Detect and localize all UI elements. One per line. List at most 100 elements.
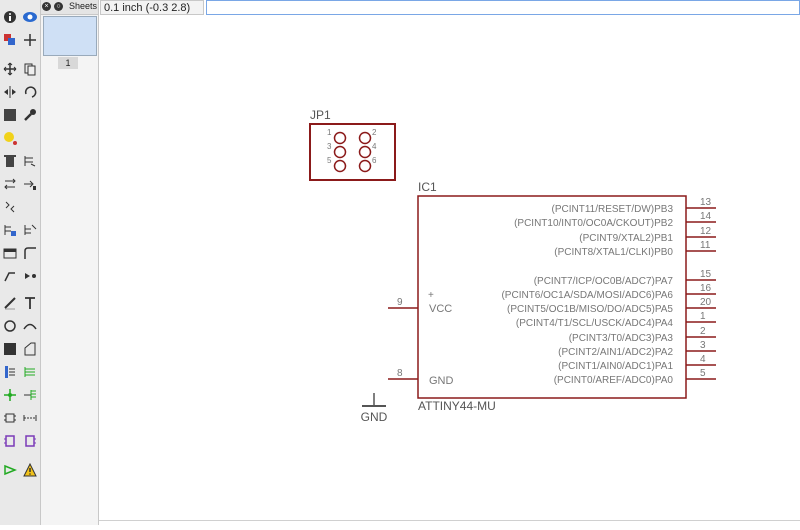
connector-pin bbox=[358, 159, 372, 173]
module-icon[interactable] bbox=[21, 432, 39, 450]
show-eye-icon[interactable] bbox=[21, 8, 39, 26]
net-icon[interactable] bbox=[21, 363, 39, 381]
pin-number: 4 bbox=[700, 354, 706, 365]
delete-trash-icon[interactable] bbox=[1, 152, 19, 170]
split-icon[interactable] bbox=[1, 267, 19, 285]
schematic-drawing: JP1 1 2 3 4 5 6 IC1 ATTINY44-MU 13(PCINT… bbox=[309, 108, 716, 424]
change-wrench-icon[interactable] bbox=[21, 106, 39, 124]
command-line-input[interactable] bbox=[206, 0, 800, 15]
connector-pin-number: 2 bbox=[372, 128, 377, 137]
display-layers-icon[interactable] bbox=[1, 31, 19, 49]
pin-label: (PCINT11/RESET/DW)PB3 bbox=[552, 204, 674, 215]
copy-icon[interactable] bbox=[21, 60, 39, 78]
rotate-icon[interactable] bbox=[21, 83, 39, 101]
gateswap-icon[interactable] bbox=[1, 198, 19, 216]
sheet-page-number[interactable]: 1 bbox=[58, 57, 78, 69]
pin-label: (PCINT5/OC1B/MISO/DO/ADC5)PA5 bbox=[507, 304, 673, 315]
connector-pin bbox=[358, 145, 372, 159]
sheets-header: × ○ Sheets bbox=[41, 0, 98, 15]
errors-warning-icon[interactable] bbox=[21, 461, 39, 479]
pin-label: (PCINT3/T0/ADC3)PA3 bbox=[569, 333, 674, 344]
pin-number: 1 bbox=[700, 311, 706, 322]
pin-label: (PCINT7/ICP/OC0B/ADC7)PA7 bbox=[534, 276, 674, 287]
pin-number: 2 bbox=[700, 326, 706, 337]
schematic-canvas[interactable]: JP1 1 2 3 4 5 6 IC1 ATTINY44-MU 13 (PCINT… bbox=[99, 16, 800, 525]
connector-pin bbox=[358, 131, 372, 145]
pin-number: 13 bbox=[700, 197, 712, 208]
arc-icon[interactable] bbox=[21, 317, 39, 335]
pin-label: (PCINT10/INT0/OC0A/CKOUT)PB2 bbox=[514, 218, 673, 229]
connector-pin-number: 4 bbox=[372, 142, 377, 151]
pin-number: 3 bbox=[700, 340, 706, 351]
connector-pin-number: 6 bbox=[372, 156, 377, 165]
tool-palette bbox=[0, 0, 41, 525]
sheets-panel: × ○ Sheets 1 bbox=[41, 0, 99, 525]
smash-icon[interactable] bbox=[1, 244, 19, 262]
connector-pin bbox=[333, 131, 347, 145]
coordinate-display: 0.1 inch (-0.3 2.8) bbox=[100, 0, 204, 15]
connector-pin-number: 5 bbox=[327, 156, 332, 165]
pin-number: 15 bbox=[700, 269, 712, 280]
sheets-title: Sheets bbox=[69, 1, 98, 11]
frame-icon[interactable] bbox=[1, 432, 19, 450]
pin-number: 14 bbox=[700, 211, 712, 222]
pin-label: (PCINT6/OC1A/SDA/MOSI/ADC6)PA6 bbox=[501, 290, 673, 301]
sheet-thumbnail[interactable] bbox=[43, 16, 97, 56]
mirror-icon[interactable] bbox=[1, 83, 19, 101]
connector-pin-number: 3 bbox=[327, 142, 332, 151]
pin-number: 16 bbox=[700, 283, 712, 294]
rectangle-icon[interactable] bbox=[1, 340, 19, 358]
pin-label: VCC bbox=[429, 303, 452, 315]
pin-label: (PCINT0/AREF/ADC0)PA0 bbox=[554, 375, 674, 386]
polygon-icon[interactable] bbox=[21, 340, 39, 358]
info-icon[interactable] bbox=[1, 8, 19, 26]
name-icon[interactable] bbox=[1, 221, 19, 239]
pin-number: 12 bbox=[700, 226, 712, 237]
circle-icon[interactable] bbox=[1, 317, 19, 335]
gnd-label: GND bbox=[361, 410, 388, 424]
pin-number: 20 bbox=[700, 297, 712, 308]
label-icon[interactable] bbox=[21, 386, 39, 404]
chip-right-pins: 13(PCINT11/RESET/DW)PB314(PCINT10/INT0/O… bbox=[501, 197, 716, 386]
pin-label: (PCINT8/XTAL1/CLKI)PB0 bbox=[554, 247, 673, 258]
wire-line-icon[interactable] bbox=[1, 294, 19, 312]
connector-pin-number: 1 bbox=[327, 128, 332, 137]
connector-pin bbox=[333, 145, 347, 159]
pinswap-icon[interactable] bbox=[1, 175, 19, 193]
chip-value: ATTINY44-MU bbox=[418, 399, 496, 413]
replace-icon[interactable] bbox=[21, 175, 39, 193]
mark-icon[interactable] bbox=[21, 31, 39, 49]
connector-name: JP1 bbox=[310, 108, 331, 122]
dimension-icon[interactable] bbox=[21, 409, 39, 427]
connector-pin bbox=[333, 159, 347, 173]
bus-icon[interactable] bbox=[1, 363, 19, 381]
attribute-icon[interactable] bbox=[1, 409, 19, 427]
pin-number: 9 bbox=[397, 297, 403, 308]
text-icon[interactable] bbox=[21, 294, 39, 312]
pin-label: (PCINT1/AIN0/ADC1)PA1 bbox=[558, 361, 673, 372]
canvas-bottom-border bbox=[99, 520, 800, 521]
pin-label: GND bbox=[429, 375, 454, 387]
invoke-icon[interactable] bbox=[21, 267, 39, 285]
pin-label: (PCINT2/AIN1/ADC2)PA2 bbox=[558, 347, 673, 358]
pin-label: (PCINT4/T1/SCL/USCK/ADC4)PA4 bbox=[516, 318, 674, 329]
erc-run-icon[interactable] bbox=[1, 461, 19, 479]
pin-label: (PCINT9/XTAL2)PB1 bbox=[579, 233, 673, 244]
connector-outline bbox=[309, 123, 396, 181]
add-part-icon[interactable] bbox=[21, 152, 39, 170]
pin-number: 8 bbox=[397, 368, 403, 379]
move-icon[interactable] bbox=[1, 60, 19, 78]
chip-name: IC1 bbox=[418, 180, 437, 194]
paste-bulb-icon[interactable] bbox=[1, 129, 19, 147]
chip-ic1[interactable]: IC1 ATTINY44-MU 13(PCINT11/RESET/DW)PB31… bbox=[388, 180, 716, 413]
junction-icon[interactable] bbox=[1, 386, 19, 404]
gnd-symbol[interactable]: GND bbox=[361, 393, 388, 424]
panel-options-icon[interactable]: ○ bbox=[54, 2, 63, 11]
vcc-plus-mark: + bbox=[428, 290, 434, 301]
close-panel-icon[interactable]: × bbox=[42, 2, 51, 11]
miter-icon[interactable] bbox=[21, 244, 39, 262]
connector-jp1[interactable]: JP1 1 2 3 4 5 6 bbox=[309, 108, 396, 181]
group-icon[interactable] bbox=[1, 106, 19, 124]
pin-number: 11 bbox=[700, 240, 711, 251]
value-icon[interactable] bbox=[21, 221, 39, 239]
